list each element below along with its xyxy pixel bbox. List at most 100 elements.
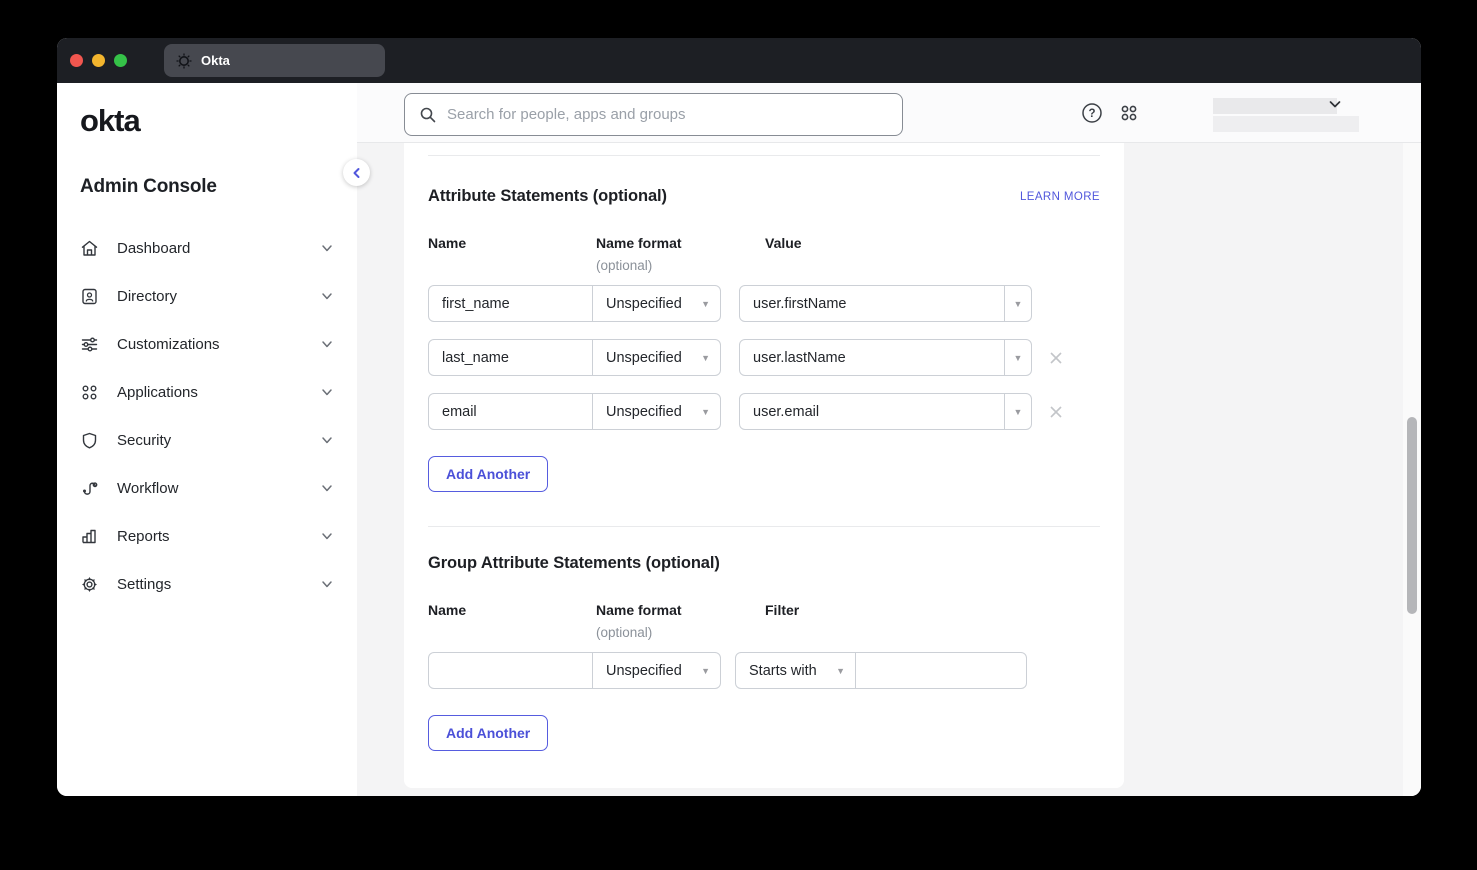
name-format-select[interactable]: Unspecified ▼: [592, 653, 720, 688]
help-icon[interactable]: ?: [1081, 102, 1103, 124]
attribute-row: Unspecified ▼ ▼: [428, 339, 1100, 376]
add-another-attribute-button[interactable]: Add Another: [428, 456, 548, 492]
filter-value-input[interactable]: [856, 653, 1026, 688]
browser-window: Okta okta Admin Console Dashboard: [57, 38, 1421, 796]
redacted-account-org: [1213, 116, 1359, 132]
group-attribute-name-input[interactable]: [429, 653, 592, 688]
column-header-name: Name: [428, 235, 596, 251]
chevron-down-icon: [320, 433, 334, 447]
home-icon: [80, 239, 99, 258]
add-another-group-attribute-button[interactable]: Add Another: [428, 715, 548, 751]
sliders-icon: [80, 335, 99, 354]
attribute-name-input[interactable]: [429, 394, 592, 429]
sidebar-item-reports[interactable]: Reports: [80, 512, 357, 560]
name-format-value: Unspecified: [606, 350, 682, 366]
attribute-value-input[interactable]: [740, 394, 1004, 429]
dropdown-arrow-icon: ▼: [836, 666, 845, 676]
minimize-window-button[interactable]: [92, 54, 105, 67]
chevron-down-icon: [320, 385, 334, 399]
scrollbar-thumb[interactable]: [1407, 417, 1417, 614]
search-icon: [419, 106, 437, 124]
saml-settings-card: Attribute Statements (optional) LEARN MO…: [404, 143, 1124, 788]
sidebar-item-customizations[interactable]: Customizations: [80, 320, 357, 368]
dropdown-arrow-icon: ▼: [1014, 299, 1023, 309]
admin-console-title: Admin Console: [80, 176, 357, 198]
name-format-value: Unspecified: [606, 404, 682, 420]
attribute-value-input[interactable]: [740, 340, 1004, 375]
sidebar-nav: Dashboard Directory Customizations: [80, 224, 357, 608]
name-and-format-group: Unspecified ▼: [428, 393, 721, 430]
account-menu[interactable]: [1213, 96, 1363, 133]
attribute-name-input[interactable]: [429, 340, 592, 375]
dropdown-arrow-icon: ▼: [701, 353, 710, 363]
value-combobox: ▼: [739, 285, 1032, 322]
value-dropdown-button[interactable]: ▼: [1004, 286, 1031, 321]
name-format-value: Unspecified: [606, 296, 682, 312]
sidebar-item-label: Dashboard: [117, 240, 320, 257]
sidebar-item-settings[interactable]: Settings: [80, 560, 357, 608]
group-attribute-statements-title: Group Attribute Statements (optional): [428, 554, 720, 573]
dropdown-arrow-icon: ▼: [1014, 407, 1023, 417]
sidebar-item-dashboard[interactable]: Dashboard: [80, 224, 357, 272]
top-header-bar: ?: [357, 83, 1421, 143]
gear-icon: [80, 575, 99, 594]
sidebar-item-security[interactable]: Security: [80, 416, 357, 464]
sidebar-item-workflow[interactable]: Workflow: [80, 464, 357, 512]
name-and-format-group: Unspecified ▼: [428, 285, 721, 322]
dropdown-arrow-icon: ▼: [701, 407, 710, 417]
name-format-select[interactable]: Unspecified ▼: [592, 394, 720, 429]
name-format-select[interactable]: Unspecified ▼: [592, 286, 720, 321]
value-combobox: ▼: [739, 339, 1032, 376]
remove-row-button[interactable]: [1048, 404, 1064, 420]
value-dropdown-button[interactable]: ▼: [1004, 340, 1031, 375]
app-switcher-icon[interactable]: [1118, 102, 1140, 124]
chevron-down-icon: [320, 481, 334, 495]
remove-row-button[interactable]: [1048, 350, 1064, 366]
filter-group: Starts with ▼: [735, 652, 1027, 689]
sidebar-item-label: Directory: [117, 288, 320, 305]
redacted-account-name: [1213, 98, 1337, 114]
global-search[interactable]: [404, 93, 903, 136]
close-window-button[interactable]: [70, 54, 83, 67]
column-header-optional-note: (optional): [596, 258, 765, 273]
attribute-statements-title: Attribute Statements (optional): [428, 187, 667, 206]
workflow-icon: [80, 479, 99, 498]
filter-type-value: Starts with: [749, 663, 817, 679]
group-attribute-row: Unspecified ▼ Starts with ▼: [428, 652, 1100, 689]
column-header-name: Name: [428, 602, 596, 618]
okta-favicon-icon: [176, 53, 192, 69]
browser-tab[interactable]: Okta: [164, 44, 385, 77]
sidebar-item-applications[interactable]: Applications: [80, 368, 357, 416]
section-divider: [428, 155, 1100, 156]
learn-more-link[interactable]: LEARN MORE: [1020, 191, 1100, 203]
filter-type-select[interactable]: Starts with ▼: [736, 653, 855, 688]
sidebar-item-label: Applications: [117, 384, 320, 401]
search-input[interactable]: [447, 106, 888, 123]
column-header-value: Value: [765, 235, 1100, 251]
chevron-down-icon: [320, 289, 334, 303]
maximize-window-button[interactable]: [114, 54, 127, 67]
sidebar: okta Admin Console Dashboard: [57, 83, 357, 796]
sidebar-item-label: Workflow: [117, 480, 320, 497]
chevron-down-icon: [320, 337, 334, 351]
name-and-format-group: Unspecified ▼: [428, 652, 721, 689]
section-divider: [428, 526, 1100, 527]
attribute-row: Unspecified ▼ ▼: [428, 285, 1100, 322]
name-and-format-group: Unspecified ▼: [428, 339, 721, 376]
shield-icon: [80, 431, 99, 450]
dropdown-arrow-icon: ▼: [701, 299, 710, 309]
name-format-select[interactable]: Unspecified ▼: [592, 340, 720, 375]
id-card-icon: [80, 287, 99, 306]
sidebar-item-label: Customizations: [117, 336, 320, 353]
dropdown-arrow-icon: ▼: [1014, 353, 1023, 363]
sidebar-collapse-button[interactable]: [343, 159, 370, 186]
value-dropdown-button[interactable]: ▼: [1004, 394, 1031, 429]
apps-grid-icon: [80, 383, 99, 402]
sidebar-item-directory[interactable]: Directory: [80, 272, 357, 320]
attribute-value-input[interactable]: [740, 286, 1004, 321]
okta-logo: okta: [80, 105, 357, 136]
dropdown-arrow-icon: ▼: [701, 666, 710, 676]
chevron-down-icon: [320, 241, 334, 255]
attribute-name-input[interactable]: [429, 286, 592, 321]
bar-chart-icon: [80, 527, 99, 546]
